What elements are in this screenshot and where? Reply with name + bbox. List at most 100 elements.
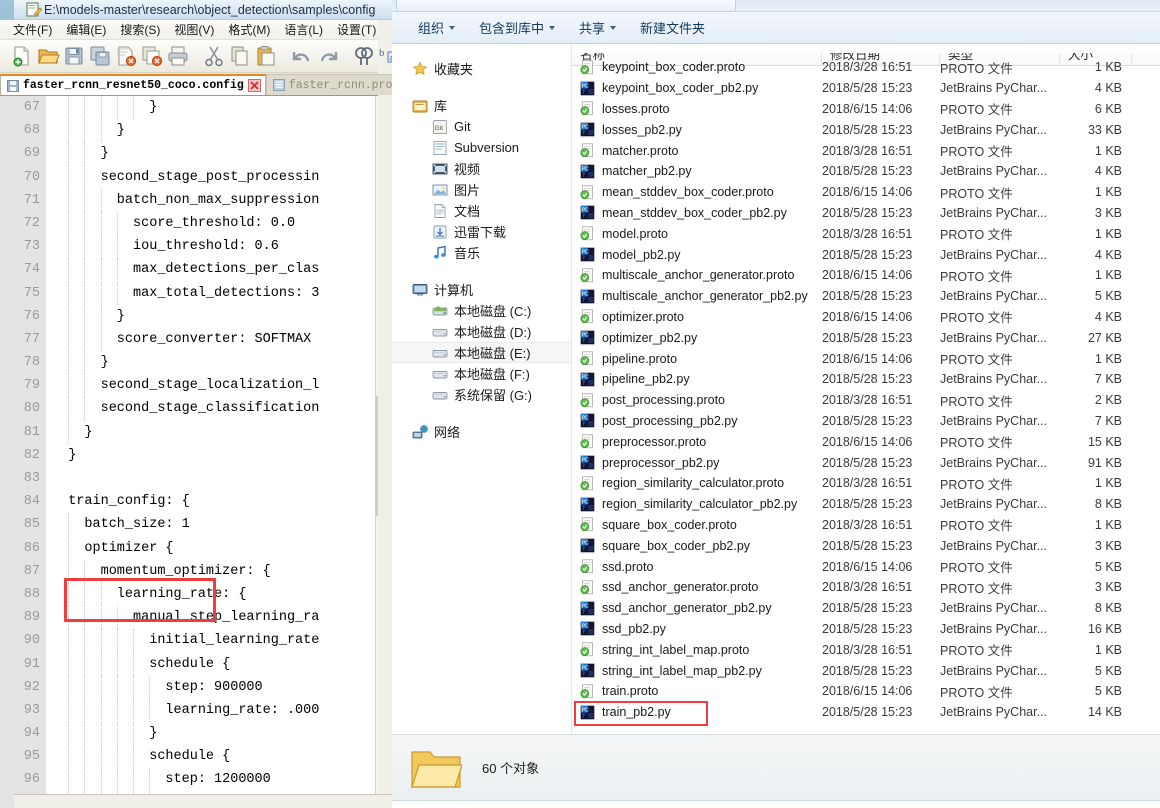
table-row[interactable]: model.proto 2018/3/28 16:51 PROTO 文件 1 KB xyxy=(572,223,1160,244)
nav-music[interactable]: 音乐 xyxy=(392,242,571,263)
code-line[interactable]: 81 } xyxy=(0,420,378,444)
print-icon[interactable] xyxy=(166,44,190,68)
file-name-cell[interactable]: mean_stddev_box_coder.proto xyxy=(572,185,822,200)
file-name-cell[interactable]: PC? multiscale_anchor_generator_pb2.py xyxy=(572,289,822,304)
code-line[interactable]: 85 batch_size: 1 xyxy=(0,513,378,537)
code-line[interactable]: 75 max_total_detections: 3 xyxy=(0,281,378,305)
nav-network[interactable]: 网络 xyxy=(392,421,571,442)
tab-faster-rcnn-resnet50-coco-config[interactable]: faster_rcnn_resnet50_coco.config xyxy=(0,74,266,95)
undo-icon[interactable] xyxy=(290,44,314,68)
notepadpp-menubar[interactable]: 文件(F) 编辑(E) 搜索(S) 视图(V) 格式(M) 语言(L) 设置(T… xyxy=(0,20,378,40)
open-folder-icon[interactable] xyxy=(36,44,60,68)
code-line[interactable]: 69 } xyxy=(0,142,378,166)
table-row[interactable]: PC? matcher_pb2.py 2018/5/28 15:23 JetBrain… xyxy=(572,161,1160,182)
file-name-cell[interactable]: PC? ssd_pb2.py xyxy=(572,621,822,636)
nav-favorites[interactable]: 收藏夹 xyxy=(392,58,571,79)
table-row[interactable]: PC? model_pb2.py 2018/5/28 15:23 JetBrains … xyxy=(572,244,1160,265)
file-name-cell[interactable]: region_similarity_calculator.proto xyxy=(572,476,822,491)
code-line[interactable]: 78 } xyxy=(0,351,378,375)
file-name-cell[interactable]: PC? string_int_label_map_pb2.py xyxy=(572,663,822,678)
toolbar-include-in-library[interactable]: 包含到库中 xyxy=(467,15,567,40)
code-line[interactable]: 67 } xyxy=(0,96,378,120)
table-row[interactable]: multiscale_anchor_generator.proto 2018/6/… xyxy=(572,265,1160,286)
file-name-cell[interactable]: PC? square_box_coder_pb2.py xyxy=(572,538,822,553)
menu-language[interactable]: 语言(L) xyxy=(277,19,330,40)
file-name-cell[interactable]: PC? matcher_pb2.py xyxy=(572,164,822,179)
nav-videos[interactable]: 视频 xyxy=(392,158,571,179)
code-line[interactable]: 73 iou_threshold: 0.6 xyxy=(0,235,378,259)
file-name-cell[interactable]: PC? losses_pb2.py xyxy=(572,122,822,137)
new-file-icon[interactable] xyxy=(10,44,34,68)
cut-icon[interactable] xyxy=(202,44,226,68)
nav-pictures[interactable]: 图片 xyxy=(392,179,571,200)
file-name-cell[interactable]: ssd.proto xyxy=(572,559,822,574)
editor-scrollbar[interactable] xyxy=(375,96,378,808)
table-row[interactable]: string_int_label_map.proto 2018/3/28 16:5… xyxy=(572,639,1160,660)
code-line[interactable]: 76 } xyxy=(0,304,378,328)
file-list-rows[interactable]: keypoint_box_coder.proto 2018/3/28 16:51 P… xyxy=(572,57,1160,725)
table-row[interactable]: preprocessor.proto 2018/6/15 14:06 PROTO 文… xyxy=(572,431,1160,452)
file-name-cell[interactable]: PC? post_processing_pb2.py xyxy=(572,413,822,428)
code-line[interactable]: 96 step: 1200000 xyxy=(0,768,378,792)
menu-file[interactable]: 文件(F) xyxy=(6,19,59,40)
table-row[interactable]: optimizer.proto 2018/6/15 14:06 PROTO 文件 4 … xyxy=(572,307,1160,328)
file-name-cell[interactable]: model.proto xyxy=(572,226,822,241)
table-row[interactable]: PC? square_box_coder_pb2.py 2018/5/28 15:2… xyxy=(572,535,1160,556)
file-list-pane[interactable]: 名称 修改日期 类型 大小 keypoint_box_coder.proto 2018/… xyxy=(572,44,1160,734)
code-line[interactable]: 71 batch_non_max_suppression xyxy=(0,188,378,212)
code-editor[interactable]: 67 } 68 } 69 } 70 second_stage_post_process… xyxy=(0,95,378,808)
table-row[interactable]: losses.proto 2018/6/15 14:06 PROTO 文件 6 KB xyxy=(572,99,1160,120)
table-row[interactable]: ssd_anchor_generator.proto 2018/3/28 16:5… xyxy=(572,577,1160,598)
table-row[interactable]: PC? post_processing_pb2.py 2018/5/28 15:23… xyxy=(572,411,1160,432)
copy-icon[interactable] xyxy=(228,44,252,68)
file-name-cell[interactable]: PC? model_pb2.py xyxy=(572,247,822,262)
find-icon[interactable] xyxy=(352,44,376,68)
menu-edit[interactable]: 编辑(E) xyxy=(59,19,113,40)
file-name-cell[interactable]: PC? ssd_anchor_generator_pb2.py xyxy=(572,601,822,616)
code-line[interactable]: 88 learning_rate: { xyxy=(0,582,378,607)
table-row[interactable]: PC? string_int_label_map_pb2.py 2018/5/28 … xyxy=(572,660,1160,681)
nav-libraries[interactable]: 库 xyxy=(392,95,571,116)
table-row[interactable]: PC? keypoint_box_coder_pb2.py 2018/5/28 15… xyxy=(572,78,1160,99)
menu-format[interactable]: 格式(M) xyxy=(221,19,277,40)
nav-drive-g[interactable]: 系统保留 (G:) xyxy=(392,384,571,405)
code-line[interactable]: 72 score_threshold: 0.0 xyxy=(0,211,378,236)
close-all-icon[interactable] xyxy=(140,44,164,68)
toolbar-new-folder[interactable]: 新建文件夹 xyxy=(628,15,717,40)
close-file-icon[interactable] xyxy=(114,44,138,68)
table-row[interactable]: PC? multiscale_anchor_generator_pb2.py 201… xyxy=(572,286,1160,307)
file-name-cell[interactable]: PC? region_similarity_calculator_pb2.py xyxy=(572,497,822,512)
menu-view[interactable]: 视图(V) xyxy=(167,19,221,40)
table-row[interactable]: PC? preprocessor_pb2.py 2018/5/28 15:23 Jet… xyxy=(572,452,1160,473)
code-line[interactable]: 74 max_detections_per_clas xyxy=(0,258,378,282)
table-row[interactable]: region_similarity_calculator.proto 2018/3… xyxy=(572,473,1160,494)
table-row[interactable]: PC? optimizer_pb2.py 2018/5/28 15:23 JetBra… xyxy=(572,327,1160,348)
file-name-cell[interactable]: string_int_label_map.proto xyxy=(572,642,822,657)
code-line[interactable]: 92 step: 900000 xyxy=(0,675,378,699)
file-name-cell[interactable]: optimizer.proto xyxy=(572,309,822,324)
file-name-cell[interactable]: PC? mean_stddev_box_coder_pb2.py xyxy=(572,205,822,220)
code-line[interactable]: 70 second_stage_post_processin xyxy=(0,165,378,189)
table-row[interactable]: keypoint_box_coder.proto 2018/3/28 16:51 P… xyxy=(572,57,1160,78)
nav-thunder-downloads[interactable]: 迅雷下载 xyxy=(392,221,571,242)
table-row[interactable]: PC? pipeline_pb2.py 2018/5/28 15:23 JetBrai… xyxy=(572,369,1160,390)
navigation-pane[interactable]: 收藏夹库 Git Git Subversion 视频 图片 文档 迅雷下载 音乐 计算机 本地磁盘 … xyxy=(392,44,572,734)
nav-drive-d[interactable]: 本地磁盘 (D:) xyxy=(392,321,571,342)
file-name-cell[interactable]: PC? keypoint_box_coder_pb2.py xyxy=(572,81,822,96)
editor-scrollbar-thumb[interactable] xyxy=(375,396,378,516)
table-row[interactable]: train.proto 2018/6/15 14:06 PROTO 文件 5 KB xyxy=(572,681,1160,702)
nav-drive-e[interactable]: 本地磁盘 (E:) xyxy=(392,342,571,363)
code-line[interactable]: 68 } xyxy=(0,119,378,143)
table-row[interactable]: PC? region_similarity_calculator_pb2.py 20… xyxy=(572,494,1160,515)
file-name-cell[interactable]: square_box_coder.proto xyxy=(572,517,822,532)
code-line[interactable]: 84 train_config: { xyxy=(0,490,378,513)
toolbar-share[interactable]: 共享 xyxy=(567,15,628,40)
paste-icon[interactable] xyxy=(254,44,278,68)
nav-computer[interactable]: 计算机 xyxy=(392,279,571,300)
code-line[interactable]: 90 initial_learning_rate xyxy=(0,629,378,653)
save-all-icon[interactable] xyxy=(88,44,112,68)
code-content[interactable]: 67 } 68 } 69 } 70 second_stage_post_process… xyxy=(0,96,378,808)
table-row[interactable]: PC? ssd_anchor_generator_pb2.py 2018/5/28 … xyxy=(572,598,1160,619)
nav-drive-c[interactable]: 本地磁盘 (C:) xyxy=(392,300,571,321)
code-line[interactable]: 91 schedule { xyxy=(0,652,378,676)
